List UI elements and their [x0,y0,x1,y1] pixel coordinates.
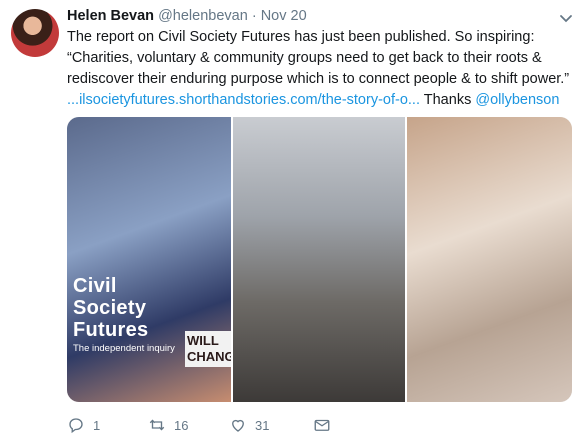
overlay-title-line-2: Society [73,297,147,319]
separator: · [251,8,257,24]
reply-button[interactable]: 1 [67,416,148,434]
retweet-button[interactable]: 16 [148,416,229,434]
tweet-links: ...ilsocietyfutures.shorthandstories.com… [67,90,577,111]
media-panel-tea-party [406,117,572,402]
direct-message-button[interactable] [313,416,331,434]
like-count: 31 [255,417,270,433]
dm-icon [314,419,330,431]
retweet-icon [149,419,165,431]
mention-link[interactable]: @ollybenson [475,92,559,108]
media-panel-crowd-portrait: Civil Society Futures The independent in… [67,117,235,402]
timestamp[interactable]: Nov 20 [261,8,307,24]
tweet-header: Helen Bevan @helenbevan · Nov 20 [67,8,307,24]
like-icon [232,419,244,432]
overlay-title-line-1: Civil [73,275,117,297]
author-name[interactable]: Helen Bevan [67,8,154,24]
tweet-actions: 1 16 31 [67,416,331,434]
tweet-text: The report on Civil Society Futures has … [67,27,577,111]
media-overlay-subtitle: The independent inquiry [73,343,175,354]
avatar[interactable] [11,9,59,57]
tweet-quote: “Charities, voluntary & community groups… [67,50,570,87]
author-handle[interactable]: @helenbevan [158,8,248,24]
media-overlay-title: Civil Society Futures [73,275,148,341]
sign-text: WILL CHANG [185,331,235,367]
media-panel-street-march [231,117,407,402]
media-image[interactable]: Civil Society Futures The independent in… [67,117,572,402]
reply-icon [69,418,83,434]
chevron-down-icon[interactable] [556,8,576,28]
reply-count: 1 [93,417,101,433]
retweet-count: 16 [174,417,189,433]
thanks-text: Thanks [423,92,472,108]
tweet-line-1: The report on Civil Society Futures has … [67,29,535,45]
overlay-title-line-3: Futures [73,319,149,341]
article-link[interactable]: ...ilsocietyfutures.shorthandstories.com… [67,92,420,108]
like-button[interactable]: 31 [229,416,313,434]
